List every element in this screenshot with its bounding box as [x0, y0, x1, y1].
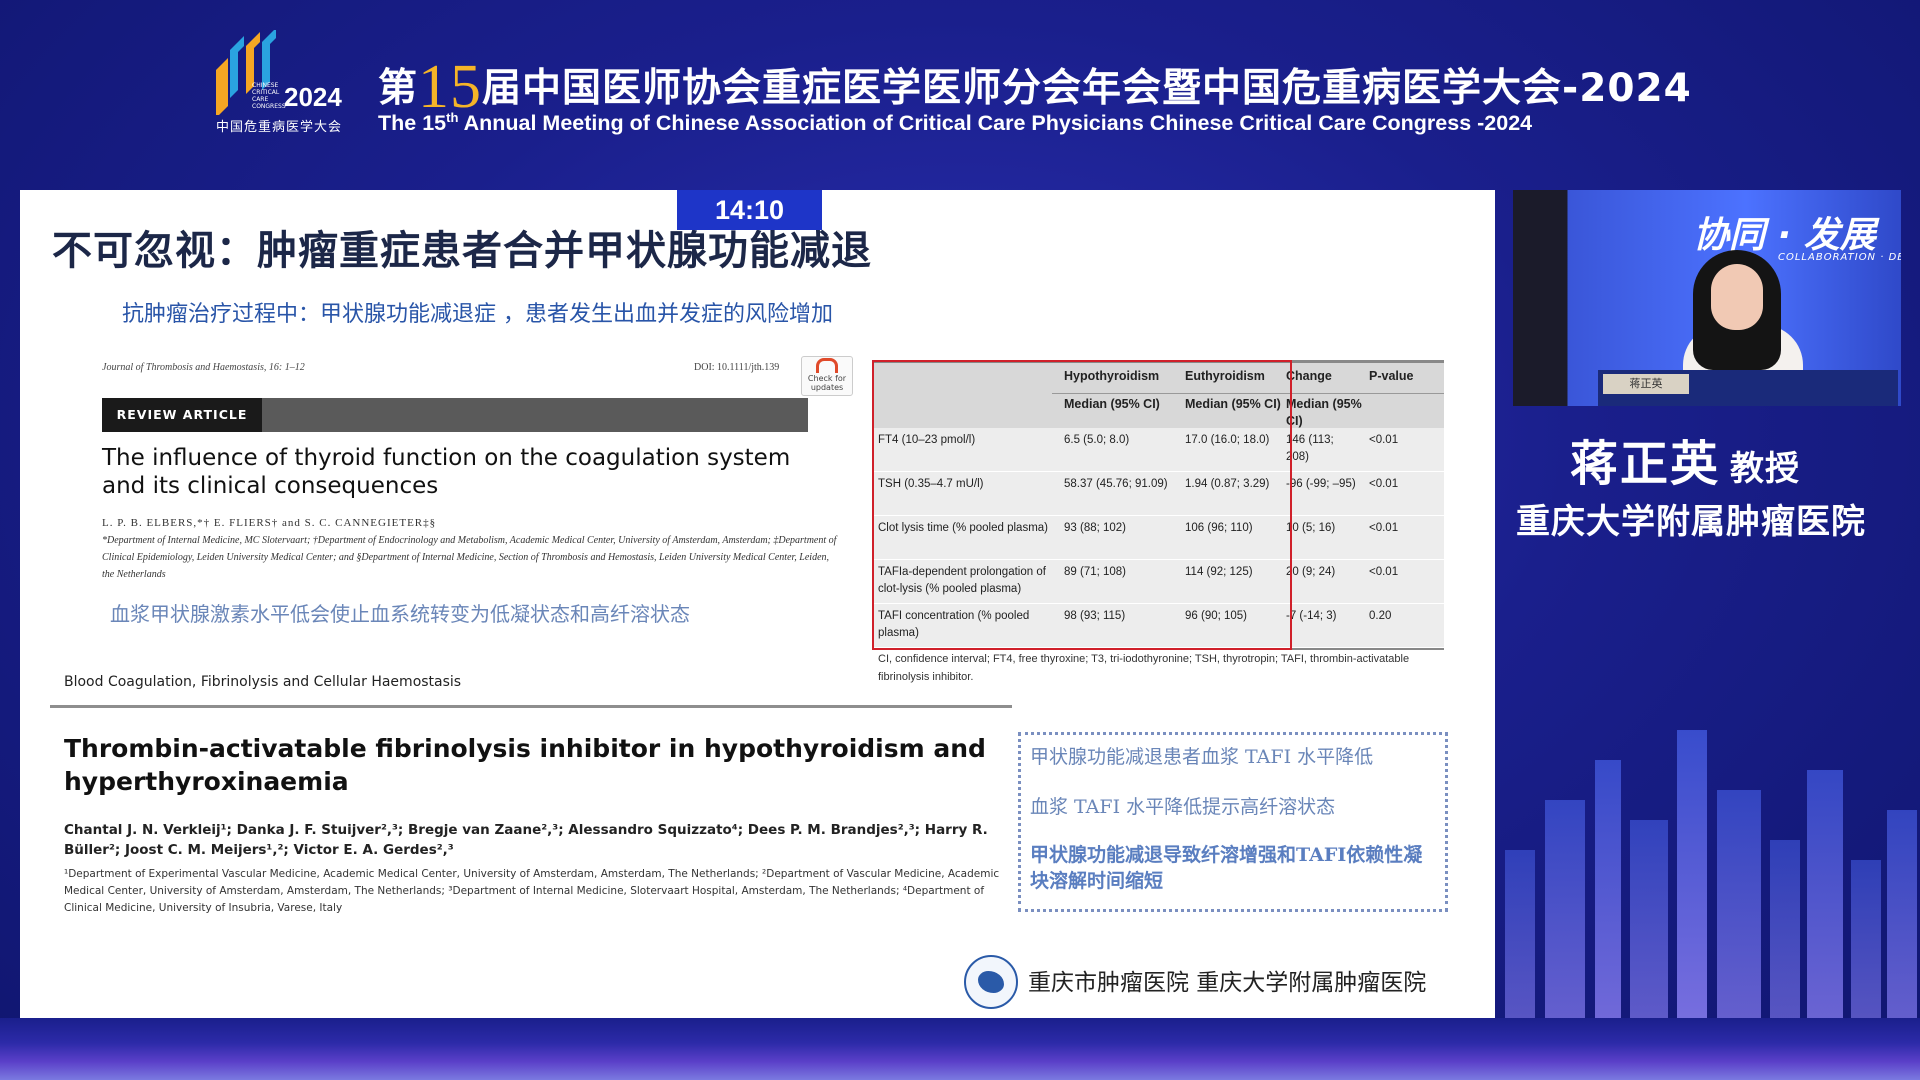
table-cell: 0.20	[1369, 610, 1392, 622]
speaker-face	[1711, 264, 1763, 330]
congress-title-english: The 15th Annual Meeting of Chinese Assoc…	[378, 110, 1533, 136]
paper1-title: The influence of thyroid function on the…	[102, 445, 791, 499]
table-subheader-cell: Median (95% CI)	[1286, 397, 1362, 428]
finding-note: 甲状腺功能减退患者血浆 TAFI 水平降低	[1030, 746, 1374, 768]
table-highlight-box	[872, 360, 1292, 650]
session-timer: 14:10	[677, 190, 822, 230]
speaker-title: 教授	[1730, 449, 1801, 489]
congress-header: CHINESE CRITICAL CARE CONGRESS 2024 中国危重…	[0, 0, 1920, 190]
speaker-hospital: 重庆大学附属肿瘤医院	[1516, 502, 1866, 542]
table-cell: 20 (9; 24)	[1286, 566, 1336, 578]
paper2-title: Thrombin-activatable fibrinolysis inhibi…	[64, 734, 986, 796]
stage-banner-english: COLLABORATION · DE	[1778, 252, 1901, 263]
logo-year: 2024	[284, 82, 342, 112]
check-for-updates-badge: Check for updates	[801, 356, 853, 396]
speaker-video-feed: 协同 · 发展 COLLABORATION · DE 蒋正英	[1513, 190, 1901, 406]
paper2-affiliations: ¹Department of Experimental Vascular Med…	[64, 868, 1000, 914]
section-divider	[50, 705, 1012, 708]
paper1-journal: Journal of Thrombosis and Haemostasis, 1…	[102, 362, 305, 373]
table-cell: -96 (-99; –95)	[1286, 478, 1356, 490]
article-type-bar: REVIEW ARTICLE	[102, 398, 808, 432]
slide-subtitle: 抗肿瘤治疗过程中：甲状腺功能减退症 ，患者发生出血并发症的风险增加	[122, 302, 833, 327]
hospital-names: 重庆市肿瘤医院 重庆大学附属肿瘤医院	[1028, 970, 1427, 996]
congress-logo: CHINESE CRITICAL CARE CONGRESS 2024 中国危重…	[212, 22, 352, 137]
table-cell: 10 (5; 16)	[1286, 522, 1336, 534]
stage-banner-text: 协同 · 发展	[1693, 215, 1876, 256]
table-cell: <0.01	[1369, 434, 1399, 446]
table-cell: <0.01	[1369, 478, 1399, 490]
finding-conclusion: 甲状腺功能减退导致纤溶增强和TAFI依赖性凝块溶解时间缩短	[1030, 844, 1423, 892]
speaker-name: 蒋正英 教授	[1570, 436, 1801, 492]
table-cell: <0.01	[1369, 522, 1399, 534]
paper1-authors: L. P. B. ELBERS,*† E. FLIERS† and S. C. …	[102, 517, 437, 529]
finding-note: 血浆 TAFI 水平降低提示高纤溶状态	[1030, 796, 1336, 818]
hospital-logo-icon	[964, 955, 1018, 1009]
article-type-label: REVIEW ARTICLE	[102, 398, 262, 432]
table-cell: <0.01	[1369, 566, 1399, 578]
paper1-affiliations: *Department of Internal Medicine, MC Slo…	[102, 535, 837, 580]
paper1-chinese-note: 血浆甲状腺激素水平低会使止血系统转变为低凝状态和高纤溶状态	[110, 602, 690, 626]
crossmark-icon	[816, 358, 838, 373]
paper1-section-footer: Blood Coagulation, Fibrinolysis and Cell…	[64, 674, 462, 690]
table-cell: -7 (-14; 3)	[1286, 610, 1337, 622]
podium-nameplate: 蒋正英	[1603, 374, 1689, 394]
bottom-decoration	[0, 1018, 1920, 1080]
table-header-cell: P-value	[1369, 369, 1414, 383]
table-cell: 146 (113; 208)	[1286, 434, 1334, 463]
paper2-authors: Chantal J. N. Verkleij¹; Danka J. F. Stu…	[64, 822, 988, 858]
paper1-doi: DOI: 10.1111/jth.139	[694, 362, 780, 373]
logo-chinese-name: 中国危重病医学大会	[216, 120, 343, 135]
table-footnote: CI, confidence interval; FT4, free thyro…	[878, 653, 1410, 683]
presentation-slide: 不可忽视：肿瘤重症患者合并甲状腺功能减退 抗肿瘤治疗过程中：甲状腺功能减退症 ，…	[20, 190, 1495, 1018]
table-header-cell: Change	[1286, 369, 1332, 383]
